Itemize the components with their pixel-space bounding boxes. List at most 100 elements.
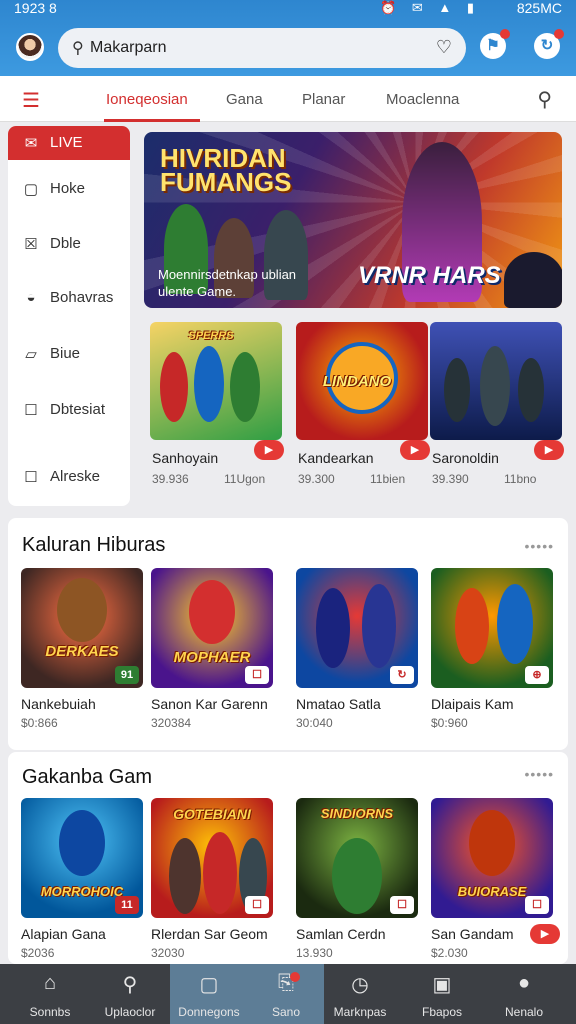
home-icon: ⌂ <box>43 972 57 994</box>
refresh-dot <box>554 29 564 39</box>
nav-label: Marknpas <box>333 1005 387 1019</box>
sidebar-item-label: Bohavras <box>50 289 114 306</box>
art-figure <box>362 584 396 668</box>
avatar[interactable] <box>16 33 44 61</box>
sidebar-item-hoke[interactable]: ▢ Hoke <box>8 172 130 206</box>
featured-thumbnail <box>430 322 562 440</box>
featured-meta-count: 11bno <box>504 472 537 486</box>
search-icon: ⚲ <box>122 974 138 996</box>
sidebar-item-dble[interactable]: ☒ Dble <box>8 227 130 261</box>
game-name: Rlerdan Sar Geom <box>151 926 268 942</box>
play-badge[interactable]: ▶ <box>530 924 560 944</box>
featured-card[interactable]: Saronoldin 39.390 11bno ▶ <box>430 322 564 500</box>
art-figure <box>169 838 201 914</box>
featured-meta: 39.300 <box>298 472 335 486</box>
sidebar-item-label: Dble <box>50 235 81 252</box>
game-badge: 11 <box>115 896 139 914</box>
play-badge[interactable]: ▶ <box>254 440 284 460</box>
nav-label: Sonnbs <box>29 1005 71 1019</box>
nav-fbapos[interactable]: ▣ Fbapos <box>406 964 478 1024</box>
nav-sonnbs[interactable]: ⌂ Sonnbs <box>14 964 86 1024</box>
nav-nenalo[interactable]: ● Nenalo <box>488 964 560 1024</box>
game-art-label: MOPHAER <box>173 649 251 666</box>
game-thumbnail: GOTEBIANI ☐ <box>151 798 273 918</box>
notifications-button[interactable]: ⚑ <box>480 29 510 59</box>
game-badge: ☐ <box>245 896 269 914</box>
hero-banner[interactable]: HIVRIDAN FUMANGS Moennirsdetnkap ublian … <box>144 132 562 308</box>
tab-moaclenna[interactable]: Moaclenna <box>386 91 459 108</box>
sidebar-item-live[interactable]: ✉ LIVE <box>8 126 130 160</box>
section-kaluran-hiburas: Kaluran Hiburas ••••• DERKAES 91 Nankebu… <box>8 518 568 750</box>
game-name: Alapian Gana <box>21 926 106 942</box>
art-figure <box>194 346 224 422</box>
featured-card[interactable]: LINDANO Kandearkan 39.300 11bien ▶ <box>296 322 430 500</box>
featured-meta-count: 11bien <box>370 472 406 486</box>
art-figure <box>497 584 533 664</box>
game-badge: ☐ <box>525 896 549 914</box>
featured-name: Kandearkan <box>298 450 374 466</box>
nav-label: Fbapos <box>421 1005 463 1019</box>
notification-dot <box>500 29 510 39</box>
nav-donnegons[interactable]: ▢ Donnegons <box>170 964 248 1024</box>
game-name: Nmatao Satla <box>296 696 381 712</box>
game-thumbnail: SINDIORNS ☐ <box>296 798 418 918</box>
heart-icon[interactable]: ♡ <box>436 37 452 58</box>
featured-name: Sanhoyain <box>152 450 219 466</box>
featured-art-label: SPERRS <box>188 330 234 342</box>
featured-art-label: LINDANO <box>322 373 392 390</box>
nav-sano[interactable]: ⎘ Sano <box>248 964 324 1024</box>
nav-label: Uplaoclor <box>104 1005 156 1019</box>
sidebar-item-label: Alreske <box>50 468 101 485</box>
nav-label: Donnegons <box>178 1005 240 1019</box>
game-sub: 30:040 <box>296 716 333 730</box>
status-clock: 825MC <box>516 0 562 16</box>
more-icon[interactable]: ••••• <box>524 766 554 782</box>
more-icon[interactable]: ••••• <box>524 538 554 554</box>
clock-icon: ◷ <box>351 974 369 996</box>
game-name: Samlan Cerdn <box>296 926 386 942</box>
play-badge[interactable]: ▶ <box>534 440 564 460</box>
section-title: Gakanba Gam <box>22 766 153 788</box>
sidebar-item-dbtesiat[interactable]: ☐ Dbtesiat <box>8 393 130 427</box>
notification-dot <box>290 972 300 982</box>
home-icon: ▢ <box>23 181 39 198</box>
game-art-label: SINDIORNS <box>320 806 394 821</box>
sidebar-item-biue[interactable]: ▱ Biue <box>8 337 130 371</box>
sidebar-item-label: LIVE <box>50 134 83 151</box>
refresh-button[interactable]: ↻ <box>534 29 564 59</box>
library-icon: ▢ <box>199 974 219 996</box>
active-tab-indicator <box>104 119 200 122</box>
art-figure <box>444 358 470 422</box>
play-badge[interactable]: ▶ <box>400 440 430 460</box>
featured-meta: 39.390 <box>432 472 469 486</box>
top-bar: 1923 8 ⏰ ✉ ▲ ▮ 825MC ⚲ Makarparn ♡ ⚑ ↻ <box>0 0 576 76</box>
search-input[interactable]: Makarparn <box>90 39 166 57</box>
game-badge: 91 <box>115 666 139 684</box>
search-icon: ⚲ <box>72 40 84 57</box>
game-badge: ☐ <box>390 896 414 914</box>
sidebar: ✉ LIVE ▢ Hoke ☒ Dble ◒ Bohavras ▱ Biue ☐… <box>8 126 130 506</box>
art-figure <box>189 580 235 644</box>
sidebar-item-alreske[interactable]: ☐ Alreske <box>8 460 130 494</box>
sidebar-item-bohavras[interactable]: ◒ Bohavras <box>8 281 130 315</box>
featured-thumbnail: SPERRS <box>150 322 282 440</box>
featured-card[interactable]: SPERRS Sanhoyain 39.936 11Ugon ▶ <box>150 322 284 500</box>
game-art-label: GOTEBIANI <box>173 806 251 822</box>
tab-ioneqeosian[interactable]: Ioneqeosian <box>106 91 188 108</box>
game-sub: 320384 <box>151 716 192 730</box>
search-icon[interactable]: ⚲ <box>537 87 552 112</box>
nav-label: Nenalo <box>504 1005 544 1019</box>
folder-icon: ▱ <box>25 346 37 363</box>
menu-icon[interactable]: ☰ <box>22 88 40 113</box>
tab-gana[interactable]: Gana <box>226 91 263 108</box>
sidebar-item-label: Hoke <box>50 180 86 197</box>
nav-uplaoclor[interactable]: ⚲ Uplaoclor <box>94 964 166 1024</box>
banner-logo: VRNR HARS <box>358 262 501 289</box>
nav-marknpas[interactable]: ◷ Marknpas <box>324 964 396 1024</box>
search-bar[interactable]: ⚲ Makarparn ♡ <box>58 28 466 68</box>
game-sub: 13.930 <box>296 946 333 960</box>
art-figure <box>203 832 237 914</box>
art-figure <box>332 838 382 914</box>
tab-planar[interactable]: Planar <box>302 91 345 108</box>
game-sub: $0:960 <box>431 716 468 730</box>
